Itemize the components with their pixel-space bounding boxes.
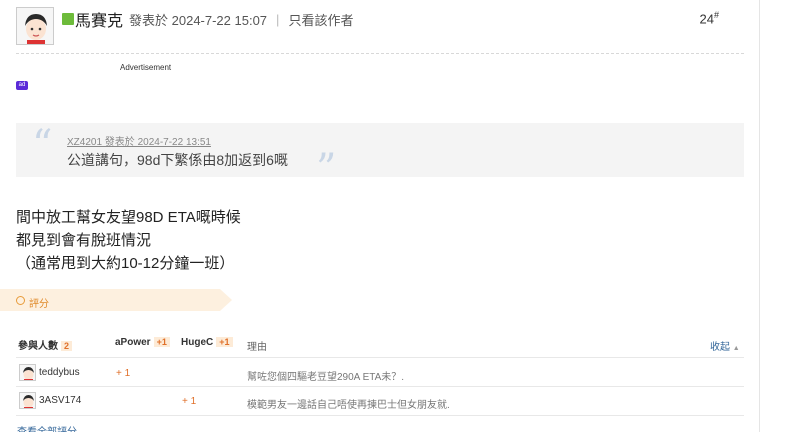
separator: |	[276, 11, 280, 27]
score-column-apower: aPower +1	[115, 337, 170, 348]
author-avatar[interactable]	[16, 7, 54, 45]
header-divider	[16, 53, 744, 54]
only-author-link[interactable]: 只看該作者	[288, 10, 353, 29]
post-header: 馬賽克 發表於 2024-7-22 15:07 | 只看該作者	[62, 7, 353, 31]
table-divider	[16, 357, 744, 358]
rating-tab-label: 評分	[29, 299, 49, 310]
rating-reason: 模範男友一邊話自己唔使再揀巴士但女朋友就.	[247, 400, 450, 411]
quote-block: “ XZ4201 發表於 2024-7-22 13:51 公道講句，98d下繁係…	[16, 122, 744, 189]
rater-avatar[interactable]	[19, 392, 36, 409]
rater-avatar[interactable]	[19, 364, 36, 381]
collapse-arrow-icon: ▲	[732, 345, 740, 352]
floor-number[interactable]: 24#	[700, 10, 719, 26]
user-badge-icon	[62, 13, 74, 25]
collapse-button[interactable]: 收起 ▲	[710, 338, 740, 353]
table-divider	[16, 415, 744, 416]
close-quote-icon: ”	[316, 146, 337, 192]
rating-reason: 幫咗您個四驅老豆望290A ETA未？.	[247, 372, 405, 383]
author-name[interactable]: 馬賽克	[75, 7, 123, 31]
view-all-ratings-link[interactable]: 查看全部評分	[17, 423, 77, 432]
table-divider	[16, 386, 744, 387]
apower-score: + 1	[116, 368, 131, 379]
body-line: 都見到會有脫班情況	[16, 232, 152, 249]
forum-post: 馬賽克 發表於 2024-7-22 15:07 | 只看該作者 24# Adve…	[0, 0, 760, 432]
hugec-score: + 1	[182, 396, 197, 407]
quote-text: 公道講句，98d下繁係由8加返到6嘅	[67, 152, 288, 168]
rater-name[interactable]: 3ASV174	[39, 395, 81, 406]
ad-label: Advertisement	[120, 63, 172, 72]
score-column-hugec: HugeC +1	[181, 337, 233, 348]
body-line: 間中放工幫女友望98D ETA嘅時候	[16, 209, 241, 226]
rating-circle-icon	[16, 296, 25, 305]
quote-meta[interactable]: XZ4201 發表於 2024-7-22 13:51	[67, 133, 211, 148]
post-timestamp: 發表於 2024-7-22 15:07	[129, 12, 268, 28]
ad-badge-icon[interactable]: ad	[16, 81, 28, 90]
rater-name[interactable]: teddybus	[39, 367, 80, 378]
reason-header: 理由	[247, 342, 267, 353]
body-line: （通常甩到大約10-12分鐘一班）	[16, 255, 235, 272]
participants-header: 參與人數 2	[18, 337, 73, 352]
participants-count: 2	[61, 341, 73, 351]
open-quote-icon: “	[32, 122, 53, 168]
post-body: 間中放工幫女友望98D ETA嘅時候 都見到會有脫班情況 （通常甩到大約10-1…	[16, 206, 241, 275]
